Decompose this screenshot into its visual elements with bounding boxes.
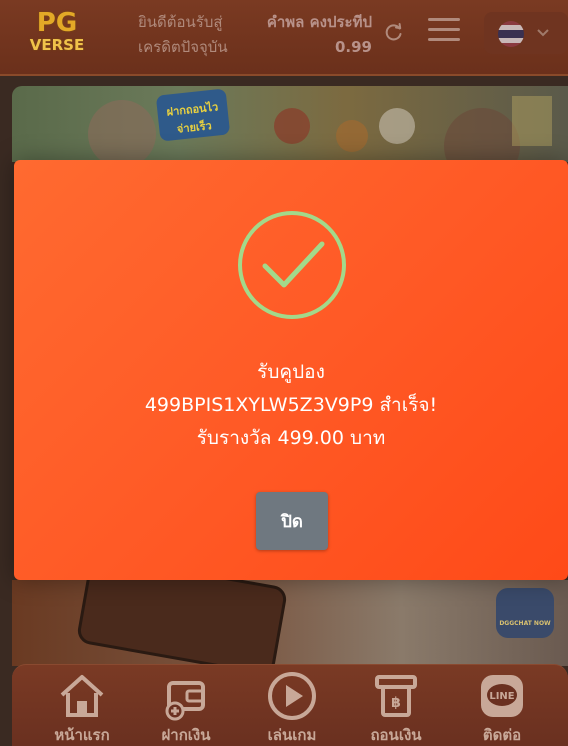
credit-label: เครดิตปัจจุบัน: [138, 38, 228, 56]
nav-contact[interactable]: LINE ติดต่อ: [452, 671, 552, 746]
nav-withdraw[interactable]: ฿ ถอนเงิน: [346, 671, 446, 746]
nav-withdraw-label: ถอนเงิน: [370, 726, 422, 744]
svg-text:฿: ฿: [391, 695, 401, 711]
language-selector[interactable]: [484, 12, 568, 54]
top-header: PG VERSE ยินดีต้อนรับสู่ เครดิตปัจจุบัน …: [0, 0, 568, 76]
phone-illustration: [75, 580, 289, 666]
hamburger-menu-icon[interactable]: [428, 18, 460, 46]
credit-amount: 0.99: [334, 38, 372, 56]
dg-chat-button[interactable]: DGGCHAT NOW: [496, 588, 554, 638]
banner-illustration: [88, 96, 552, 162]
close-button[interactable]: ปิด: [256, 492, 328, 550]
withdraw-atm-icon: ฿: [375, 675, 417, 717]
deposit-wallet-icon: [165, 681, 205, 721]
chevron-down-icon: [537, 29, 549, 37]
refresh-icon[interactable]: [384, 22, 404, 42]
line-chat-icon: LINE: [481, 675, 523, 717]
nav-deposit[interactable]: ฝากเงิน: [136, 671, 236, 746]
nav-play[interactable]: เล่นเกม: [242, 671, 342, 746]
pg-verse-logo[interactable]: PG VERSE: [18, 8, 96, 66]
nav-contact-label: ติดต่อ: [482, 726, 522, 744]
logo-text-pg: PG: [36, 8, 78, 38]
play-icon: [268, 672, 316, 720]
nav-play-label: เล่นเกม: [267, 726, 317, 744]
user-info: คำพล คงประทีป 0.99: [254, 10, 372, 60]
app-promo-area: DGGCHAT NOW: [12, 580, 568, 666]
dg-chat-label: DGGCHAT NOW: [499, 620, 551, 627]
thailand-flag-icon: [498, 21, 524, 47]
reward-message: รับรางวัล 499.00 บาท: [196, 427, 386, 449]
nav-home-label: หน้าแรก: [54, 726, 110, 744]
home-icon: [60, 675, 104, 717]
nav-deposit-label: ฝากเงิน: [161, 726, 211, 744]
welcome-labels: ยินดีต้อนรับสู่ เครดิตปัจจุบัน: [138, 10, 228, 60]
svg-text:LINE: LINE: [489, 691, 514, 702]
logo-text-verse: VERSE: [29, 36, 85, 54]
coupon-success-modal: รับคูปอง 499BPIS1XYLW5Z3V9P9 สำเร็จ! รับ…: [14, 160, 568, 580]
username: คำพล คงประทีป: [266, 13, 372, 31]
nav-home[interactable]: หน้าแรก: [32, 671, 132, 746]
success-check-icon: [238, 211, 346, 319]
bottom-navigation: หน้าแรก ฝากเงิน เล่นเกม ฿ ถอนเงิน LINE ต…: [12, 664, 568, 746]
welcome-text: ยินดีต้อนรับสู่: [138, 13, 223, 31]
promo-banner[interactable]: ฝากถอนไว จ่ายเร็ว: [12, 86, 568, 162]
modal-title: รับคูปอง: [257, 361, 325, 383]
coupon-code-message: 499BPIS1XYLW5Z3V9P9 สำเร็จ!: [144, 394, 438, 416]
